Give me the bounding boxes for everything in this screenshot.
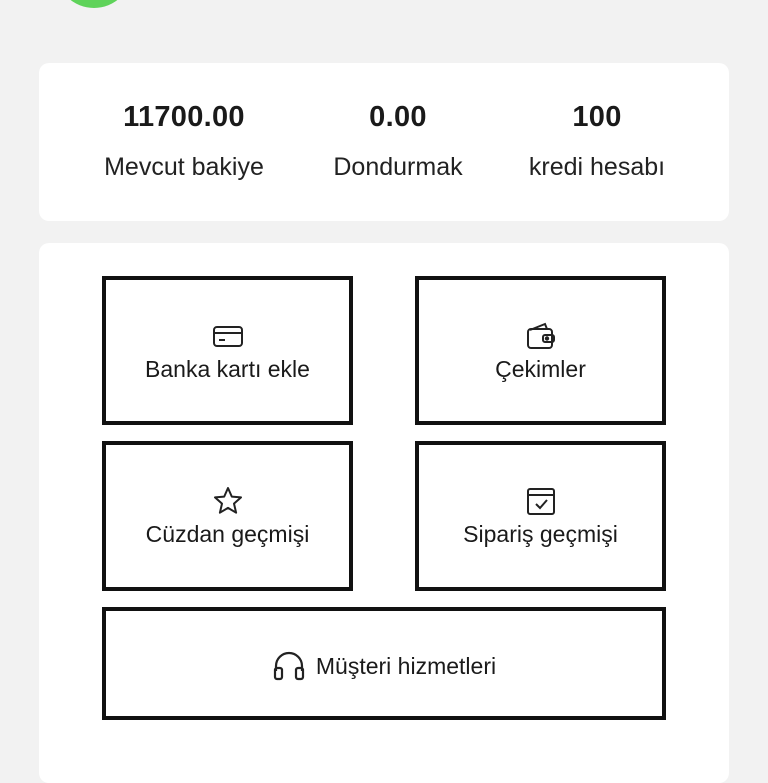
credit-card-icon — [212, 320, 244, 352]
headphones-icon — [272, 649, 306, 683]
calendar-check-icon — [525, 485, 557, 517]
order-history-button[interactable]: Sipariş geçmişi — [415, 441, 666, 591]
available-balance-label: Mevcut bakiye — [104, 153, 264, 181]
order-history-label: Sipariş geçmişi — [463, 521, 618, 547]
avatar[interactable] — [56, 0, 132, 8]
wallet-history-button[interactable]: Cüzdan geçmişi — [102, 441, 353, 591]
stat-available-balance: 11700.00 Mevcut bakiye — [69, 63, 299, 221]
credit-account-label: kredi hesabı — [528, 153, 666, 181]
customer-service-label: Müşteri hizmetleri — [315, 652, 497, 679]
withdrawals-label: Çekimler — [495, 356, 586, 382]
frozen-label: Dondurmak — [333, 153, 463, 181]
wallet-history-label: Cüzdan geçmişi — [145, 521, 310, 547]
stat-credit-account: 100 kredi hesabı — [482, 63, 712, 221]
withdrawals-button[interactable]: Çekimler — [415, 276, 666, 425]
stat-frozen: 0.00 Dondurmak — [283, 63, 513, 221]
credit-account-value: 100 — [572, 101, 622, 133]
frozen-value: 0.00 — [369, 101, 427, 133]
balance-summary-card: 11700.00 Mevcut bakiye 0.00 Dondurmak 10… — [39, 63, 729, 221]
add-bank-card-label: Banka kartı ekle — [145, 356, 310, 382]
star-icon — [212, 485, 244, 517]
menu-card: Banka kartı ekle Çekimler Cüzdan geçmişi — [39, 243, 729, 783]
wallet-icon — [525, 320, 557, 352]
add-bank-card-button[interactable]: Banka kartı ekle — [102, 276, 353, 425]
customer-service-button[interactable]: Müşteri hizmetleri — [102, 607, 666, 720]
available-balance-value: 11700.00 — [123, 101, 245, 133]
